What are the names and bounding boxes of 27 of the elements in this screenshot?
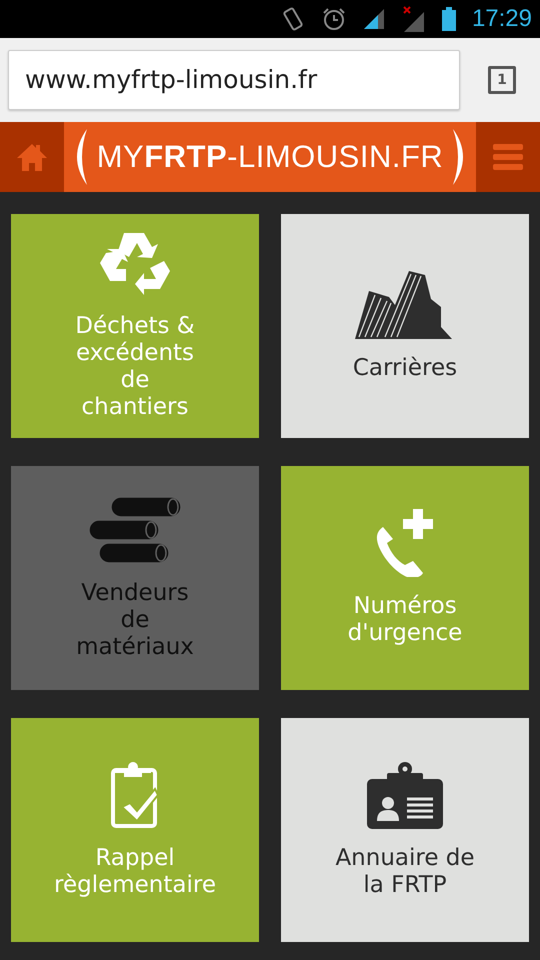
tile-label: Carrières bbox=[352, 354, 458, 382]
tile-label: Déchets & excédents de chantiers bbox=[75, 313, 195, 421]
tile-label: Numéros d'urgence bbox=[348, 593, 462, 647]
menu-tile[interactable]: Annuaire de la FRTP bbox=[281, 718, 529, 942]
pipes-icon bbox=[89, 496, 181, 564]
id-badge-icon bbox=[367, 761, 443, 829]
signal-icon bbox=[362, 7, 386, 31]
menu-tile[interactable]: Carrières bbox=[281, 214, 529, 438]
address-field[interactable]: www.myfrtp-limousin.fr bbox=[8, 50, 460, 110]
tabs-button[interactable]: 1 bbox=[488, 66, 516, 94]
menu-tile[interactable]: Numéros d'urgence bbox=[281, 466, 529, 690]
clock: 17:29 bbox=[472, 4, 532, 34]
alarm-icon bbox=[322, 7, 346, 31]
home-icon bbox=[16, 141, 48, 173]
tile-label: Annuaire de la FRTP bbox=[335, 845, 475, 899]
battery-icon bbox=[442, 7, 456, 31]
menu-tile[interactable]: Rappel règlementaire bbox=[11, 718, 259, 942]
menu-button[interactable] bbox=[476, 122, 540, 192]
recycle-icon bbox=[100, 231, 170, 297]
no-signal-icon bbox=[402, 6, 426, 32]
tile-label: Rappel règlementaire bbox=[54, 845, 216, 899]
tile-label: Vendeurs de matériaux bbox=[76, 580, 194, 660]
menu-tile[interactable]: Déchets & excédents de chantiers bbox=[11, 214, 259, 438]
menu-tile[interactable]: Vendeurs de matériaux bbox=[11, 466, 259, 690]
menu-icon bbox=[493, 142, 523, 172]
home-button[interactable] bbox=[0, 122, 64, 192]
clipboard-check-icon bbox=[110, 761, 160, 829]
